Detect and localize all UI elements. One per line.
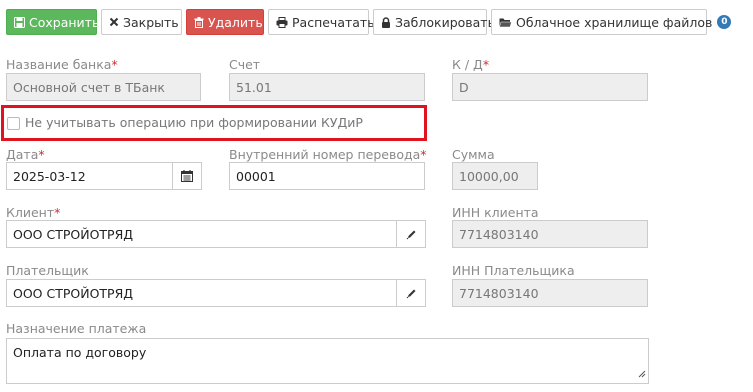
print-button-label: Распечатать <box>292 14 375 30</box>
required-mark: * <box>482 57 490 72</box>
transfer-number-field[interactable]: 00001 <box>229 162 425 190</box>
client-inn-label: ИНН клиента <box>452 205 539 220</box>
amount-label: Сумма <box>452 147 495 162</box>
pencil-icon <box>406 284 417 303</box>
cloud-storage-button-label: Облачное хранилище файлов <box>516 14 713 30</box>
kd-field[interactable]: D <box>452 73 648 101</box>
payer-inn-label: ИНН Плательщика <box>452 263 575 278</box>
lock-icon <box>381 16 391 28</box>
client-label: Клиент* <box>6 205 61 220</box>
required-mark: * <box>38 147 45 162</box>
kudir-checkbox[interactable] <box>7 117 20 130</box>
amount-field[interactable]: 10000,00 <box>452 162 538 190</box>
payer-label: Плательщик <box>6 263 89 278</box>
required-mark: * <box>54 205 61 220</box>
kudir-checkbox-label[interactable]: Не учитывать операцию при формировании К… <box>25 115 363 130</box>
print-button[interactable]: Распечатать <box>268 9 375 35</box>
required-mark: * <box>111 57 118 72</box>
save-icon <box>14 16 25 28</box>
resize-grip-icon[interactable] <box>638 366 646 381</box>
client-field[interactable]: ООО СТРОЙОТРЯД <box>6 220 397 248</box>
purpose-textarea[interactable]: Оплата по договору <box>6 338 649 384</box>
required-mark: * <box>420 147 427 162</box>
payer-field[interactable]: ООО СТРОЙОТРЯД <box>6 279 397 307</box>
delete-button[interactable]: Удалить <box>186 9 264 35</box>
calendar-button[interactable] <box>172 162 202 190</box>
purpose-value: Оплата по договору <box>13 345 147 360</box>
print-icon <box>276 16 288 28</box>
save-button-label: Сохранить <box>29 14 100 30</box>
edit-payer-button[interactable] <box>396 279 426 307</box>
account-label: Счет <box>229 57 261 72</box>
close-button[interactable]: Закрыть <box>101 9 182 35</box>
edit-client-button[interactable] <box>396 220 426 248</box>
trash-icon <box>194 16 204 28</box>
purpose-label: Назначение платежа <box>6 321 147 336</box>
account-field[interactable]: 51.01 <box>229 73 425 101</box>
save-button[interactable]: Сохранить <box>6 9 100 35</box>
bank-name-field[interactable]: Основной счет в ТБанк <box>6 73 201 101</box>
bank-name-label: Название банка* <box>6 57 118 72</box>
lock-button-label: Заблокировать <box>395 14 495 30</box>
file-count-badge: 0 <box>717 15 732 29</box>
payer-inn-field[interactable]: 7714803140 <box>452 279 648 307</box>
date-field[interactable]: 2025-03-12 <box>6 162 173 190</box>
delete-button-label: Удалить <box>208 14 263 30</box>
client-inn-field[interactable]: 7714803140 <box>452 220 648 248</box>
pencil-icon <box>406 225 417 244</box>
transfer-number-label: Внутренний номер перевода* <box>229 147 427 162</box>
lock-button[interactable]: Заблокировать <box>373 9 495 35</box>
close-button-label: Закрыть <box>123 14 179 30</box>
kd-label: К / Д* <box>452 57 490 72</box>
date-label: Дата* <box>6 147 45 162</box>
cloud-storage-button[interactable]: Облачное хранилище файлов 0 <box>491 9 732 35</box>
close-icon <box>109 17 119 27</box>
folder-icon <box>499 17 512 28</box>
calendar-icon <box>181 167 193 186</box>
